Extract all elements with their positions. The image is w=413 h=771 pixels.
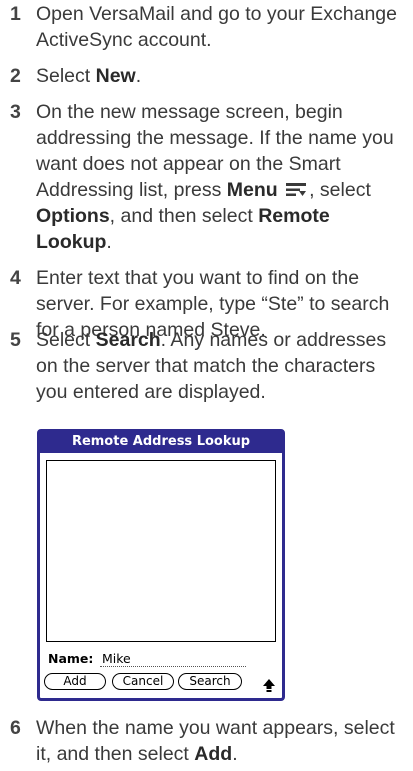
step-1: 1 Open VersaMail and go to your Exchange… (0, 1, 405, 53)
search-button[interactable]: Search (178, 673, 242, 690)
step-3: 3 On the new message screen, begin addre… (0, 99, 405, 255)
step-text: Select New. (36, 65, 142, 87)
step-2: 2 Select New. (0, 63, 405, 89)
remote-address-lookup-dialog: Remote Address Lookup Name: Mike Add Can… (37, 429, 285, 701)
step-text: Select Search. Any names or addresses on… (36, 329, 387, 403)
step-text: When the name you want appears, select i… (36, 717, 395, 765)
name-label: Name: (48, 651, 94, 666)
step-number: 1 (10, 3, 21, 25)
ui-term: Search (95, 329, 161, 351)
name-field[interactable]: Mike (100, 651, 246, 667)
cancel-button[interactable]: Cancel (112, 673, 174, 690)
step-number: 2 (10, 65, 21, 87)
step-text: Open VersaMail and go to your Exchange A… (36, 3, 397, 51)
manual-page: 1 Open VersaMail and go to your Exchange… (0, 0, 413, 771)
ui-term: New (95, 65, 136, 87)
step-text: On the new message screen, begin address… (36, 101, 394, 253)
ui-term: Menu (226, 179, 278, 201)
menu-icon (285, 179, 307, 196)
step-5: 5 Select Search. Any names or addresses … (0, 327, 405, 405)
ui-term: Options (36, 205, 110, 227)
dialog-title: Remote Address Lookup (40, 432, 282, 453)
ui-term: Add (194, 743, 233, 765)
step-number: 5 (10, 329, 21, 351)
name-row: Name: Mike (48, 651, 248, 668)
step-number: 6 (10, 717, 21, 739)
shift-arrow-icon[interactable] (262, 677, 276, 693)
step-6: 6 When the name you want appears, select… (0, 715, 405, 767)
results-list[interactable] (46, 460, 276, 642)
add-button[interactable]: Add (44, 673, 106, 690)
step-number: 4 (10, 267, 21, 289)
step-number: 3 (10, 101, 21, 123)
